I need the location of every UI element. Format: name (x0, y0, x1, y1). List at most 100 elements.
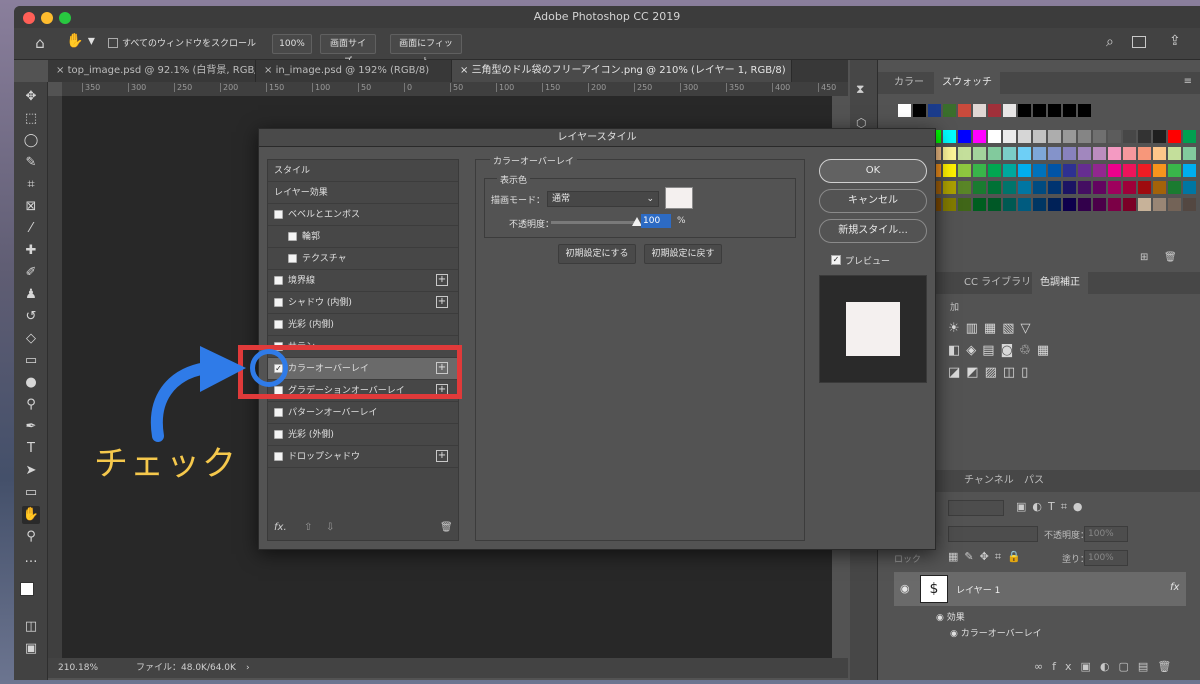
drop-shadow-checkbox[interactable] (274, 452, 283, 461)
swatch-recent[interactable] (1033, 104, 1046, 117)
style-contour[interactable]: 輪郭 (268, 226, 458, 248)
swatch-recent[interactable] (1003, 104, 1016, 117)
delete-swatch-icon[interactable]: 🗑 (1164, 252, 1177, 264)
swatch[interactable] (1093, 164, 1106, 177)
swatch[interactable] (988, 181, 1001, 194)
swatch[interactable] (943, 147, 956, 160)
zoom-window-button[interactable] (59, 12, 71, 24)
swatch[interactable] (1138, 147, 1151, 160)
marquee-tool-icon[interactable]: ⬚ (22, 110, 40, 128)
blend-mode-select[interactable]: 通常 ⌄ (547, 191, 659, 207)
lasso-tool-icon[interactable]: ◯ (22, 132, 40, 150)
preview-checkbox[interactable]: ✓ (831, 255, 841, 265)
style-inner-glow[interactable]: 光彩 (内側) (268, 314, 458, 336)
adjustment-icons-grid[interactable]: ☀▥▦▧▽ ◧◈▤◙♲▦ ◪◩▨◫▯ (948, 318, 1088, 384)
healing-tool-icon[interactable]: ✚ (22, 242, 40, 260)
swatch[interactable] (1108, 198, 1121, 211)
swatch[interactable] (988, 164, 1001, 177)
layer-filter-select[interactable] (948, 500, 1004, 516)
swatch[interactable] (1093, 198, 1106, 211)
swatch-grid[interactable] (898, 104, 1196, 234)
swatch-recent[interactable] (898, 104, 911, 117)
add-inner-shadow-icon[interactable]: + (436, 296, 448, 308)
reset-default-button[interactable]: 初期設定に戻す (644, 244, 722, 264)
make-default-button[interactable]: 初期設定にする (558, 244, 636, 264)
delete-effect-icon[interactable]: 🗑 (440, 522, 453, 533)
swatch[interactable] (988, 147, 1001, 160)
swatch[interactable] (1003, 181, 1016, 194)
cancel-button[interactable]: キャンセル (819, 189, 927, 213)
style-pattern-overlay[interactable]: パターンオーバーレイ (268, 402, 458, 424)
swatch[interactable] (1138, 198, 1151, 211)
gradient-tool-icon[interactable]: ▭ (22, 352, 40, 370)
home-icon[interactable]: ⌂ (30, 34, 50, 54)
dodge-tool-icon[interactable]: ⚲ (22, 396, 40, 414)
fit-screen-button[interactable]: 画面サイズ (320, 34, 376, 67)
add-stroke-icon[interactable]: + (436, 274, 448, 286)
overlay-color-swatch[interactable] (665, 187, 693, 209)
color-overlay-effect-row[interactable]: ◉ カラーオーバーレイ (950, 626, 1042, 639)
move-down-icon[interactable]: ⇩ (326, 522, 334, 533)
swatch-recent[interactable] (958, 104, 971, 117)
style-bevel[interactable]: ベベルとエンボス (268, 204, 458, 226)
swatch[interactable] (1168, 198, 1181, 211)
pattern-overlay-checkbox[interactable] (274, 408, 283, 417)
workspace-icon[interactable] (1132, 36, 1146, 48)
effects-eye-icon[interactable]: ◉ (936, 613, 947, 623)
swatch[interactable] (1048, 147, 1061, 160)
tab-swatches[interactable]: スウォッチ (934, 72, 1000, 94)
effects-row[interactable]: ◉ 効果 (936, 610, 965, 623)
quick-mask-icon[interactable]: ◫ (22, 618, 40, 636)
lock-icons[interactable]: ▦✎✥⌗🔒 (948, 550, 1028, 564)
swatch[interactable] (1078, 198, 1091, 211)
swatch[interactable] (1048, 130, 1061, 143)
search-icon[interactable]: ⌕ (1106, 34, 1124, 52)
swatch[interactable] (1003, 130, 1016, 143)
swatch[interactable] (1048, 164, 1061, 177)
style-outer-glow[interactable]: 光彩 (外側) (268, 424, 458, 446)
style-list-blending[interactable]: レイヤー効果 (268, 182, 458, 204)
swatch[interactable] (1168, 147, 1181, 160)
zoom-readout[interactable]: 210.18% (58, 658, 98, 678)
inner-glow-checkbox[interactable] (274, 320, 283, 329)
tab-adjustments[interactable]: 色調補正 (1032, 272, 1088, 294)
path-select-tool-icon[interactable]: ➤ (22, 462, 40, 480)
swatch[interactable] (1138, 164, 1151, 177)
swatch[interactable] (1018, 181, 1031, 194)
swatch[interactable] (973, 181, 986, 194)
move-up-icon[interactable]: ⇧ (304, 522, 312, 533)
swatch[interactable] (1168, 164, 1181, 177)
swatch[interactable] (1153, 181, 1166, 194)
swatch[interactable] (1018, 164, 1031, 177)
swatch[interactable] (1183, 198, 1196, 211)
swatch[interactable] (1048, 198, 1061, 211)
tab-channels[interactable]: チャンネル (956, 470, 1022, 492)
swatch[interactable] (1063, 164, 1076, 177)
swatch-recent[interactable] (1018, 104, 1031, 117)
swatch[interactable] (973, 164, 986, 177)
swatch[interactable] (1123, 164, 1136, 177)
swatch[interactable] (1078, 147, 1091, 160)
style-drop-shadow[interactable]: ドロップシャドウ + (268, 446, 458, 468)
pen-tool-icon[interactable]: ✒ (22, 418, 40, 436)
swatch-recent[interactable] (973, 104, 986, 117)
hand-tool-icon[interactable]: ✋ (22, 506, 40, 524)
tab-cc-libraries[interactable]: CC ライブラリ (956, 272, 1039, 294)
outer-glow-checkbox[interactable] (274, 430, 283, 439)
opacity-slider-track[interactable] (551, 221, 637, 224)
screen-mode-icon[interactable]: ▣ (22, 640, 40, 658)
scroll-all-checkbox[interactable] (108, 38, 118, 48)
swatch[interactable] (1033, 198, 1046, 211)
swatch[interactable] (1108, 130, 1121, 143)
swatch[interactable] (958, 130, 971, 143)
fx-menu-icon[interactable]: fx. (274, 522, 287, 533)
minimize-window-button[interactable] (41, 12, 53, 24)
swatch[interactable] (958, 198, 971, 211)
new-swatch-icon[interactable]: ⊞ (1140, 252, 1152, 264)
swatch[interactable] (1153, 198, 1166, 211)
swatch-recent[interactable] (988, 104, 1001, 117)
swatch-recent[interactable] (928, 104, 941, 117)
swatch[interactable] (1078, 130, 1091, 143)
layer-opacity-field[interactable]: 100% (1084, 526, 1128, 542)
frame-tool-icon[interactable]: ⊠ (22, 198, 40, 216)
